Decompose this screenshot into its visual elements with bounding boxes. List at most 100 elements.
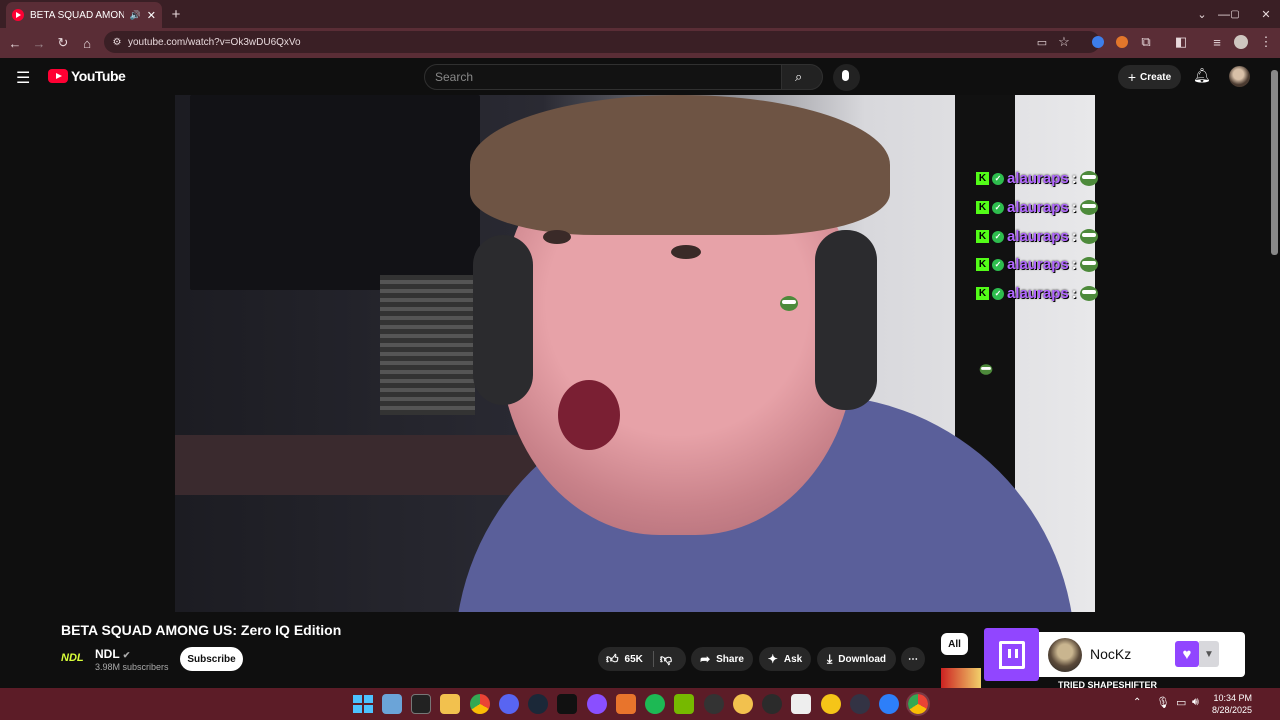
microphone-icon: [842, 70, 849, 81]
speaker-icon[interactable]: 🔊: [130, 10, 141, 21]
file-explorer-icon[interactable]: [440, 694, 460, 714]
verified-check-icon: ✓: [992, 201, 1004, 214]
bookmark-star-icon[interactable]: ☆: [1055, 33, 1073, 51]
hair: [470, 95, 890, 235]
verified-badge-icon: ✔: [122, 650, 131, 660]
obs-app-icon[interactable]: [704, 694, 724, 714]
like-dislike-group: 👍︎ 65K 👎︎: [598, 647, 686, 671]
chrome-app-icon[interactable]: [470, 694, 490, 714]
like-button[interactable]: 👍︎ 65K: [606, 652, 643, 667]
steam-app-icon[interactable]: [528, 694, 548, 714]
kick-badge-icon: K: [976, 258, 989, 271]
pepe-emote-icon: [1079, 200, 1098, 215]
browser-menu-icon[interactable]: ⋮: [1257, 33, 1275, 51]
app-blue-icon[interactable]: [879, 694, 899, 714]
app-orange-icon[interactable]: [616, 694, 636, 714]
close-tab-icon[interactable]: ✕: [147, 9, 156, 22]
video-title: BETA SQUAD AMONG US: Zero IQ Edition: [61, 622, 342, 638]
chat-alert-line: K ✓ alauraps :: [976, 199, 1098, 216]
clock-date: 8/28/2025: [1211, 705, 1252, 715]
spotify-app-icon[interactable]: [645, 694, 665, 714]
create-button[interactable]: + Create: [1118, 65, 1181, 89]
follow-dropdown-button[interactable]: ▼: [1199, 641, 1219, 667]
streamer-avatar[interactable]: [1048, 638, 1082, 672]
extension-blue-icon[interactable]: [1092, 36, 1104, 48]
youtube-play-logo-icon: [48, 69, 68, 83]
video-player[interactable]: [175, 95, 1095, 612]
profile-avatar-icon[interactable]: [1234, 35, 1248, 49]
search-button[interactable]: ⌕: [781, 64, 823, 90]
cast-icon[interactable]: ▭: [1033, 33, 1051, 51]
download-button[interactable]: ⤓ Download: [817, 647, 896, 671]
search-icon: ⌕: [795, 69, 803, 84]
channel-name-text: NDL: [95, 647, 120, 661]
discord-app-icon[interactable]: [499, 694, 519, 714]
photos-app-icon[interactable]: [382, 694, 402, 714]
pepe-emote-icon: [1079, 229, 1098, 244]
extension-orange-icon[interactable]: [1116, 36, 1128, 48]
account-avatar[interactable]: [1229, 66, 1250, 87]
app-circle-icon[interactable]: [850, 694, 870, 714]
app-yellow-icon[interactable]: [733, 694, 753, 714]
media-controls-icon[interactable]: ≡: [1208, 33, 1226, 51]
nvidia-app-icon[interactable]: [674, 694, 694, 714]
kick-badge-icon: K: [976, 172, 989, 185]
start-menu-icon[interactable]: [352, 694, 373, 714]
app-dark-icon[interactable]: [557, 694, 577, 714]
search-input[interactable]: Search: [424, 64, 782, 90]
pepe-emote-icon: [1079, 257, 1098, 272]
close-window-icon[interactable]: ✕: [1257, 5, 1275, 23]
notifications-bell-icon[interactable]: 🔔︎: [1193, 67, 1211, 84]
more-actions-button[interactable]: ⋯: [901, 647, 925, 671]
recommended-thumbnail[interactable]: [941, 668, 981, 688]
microphone-tray-icon[interactable]: 🎙︎: [1156, 696, 1170, 709]
youtube-wordmark: YouTube: [71, 68, 126, 84]
site-info-icon[interactable]: ⚙: [108, 33, 126, 51]
app-gray-icon[interactable]: [762, 694, 782, 714]
system-clock[interactable]: 10:34 PM 8/28/2025: [1206, 692, 1252, 716]
subscribe-button[interactable]: Subscribe: [180, 647, 243, 671]
verified-check-icon: ✓: [992, 287, 1004, 300]
chat-username: alauraps: [1007, 228, 1069, 245]
page-scrollbar[interactable]: [1271, 70, 1278, 255]
back-icon[interactable]: ←: [6, 34, 24, 52]
extensions-puzzle-icon[interactable]: ⧉: [1137, 33, 1155, 51]
ask-button[interactable]: ✦ Ask: [759, 647, 811, 671]
left-eye: [543, 230, 571, 244]
chip-all[interactable]: All: [941, 633, 968, 655]
hamburger-menu-icon[interactable]: ☰: [16, 68, 30, 88]
pepe-emote-icon: [979, 364, 993, 375]
dislike-button[interactable]: 👎︎: [660, 652, 672, 667]
home-icon[interactable]: ⌂: [78, 34, 96, 52]
kick-badge-icon: K: [976, 230, 989, 243]
forward-icon[interactable]: →: [30, 34, 48, 52]
chat-alert-line: K ✓ alauraps :: [976, 256, 1098, 273]
youtube-logo[interactable]: YouTube: [48, 68, 126, 84]
url-text: youtube.com/watch?v=Ok3wDU6QxVo: [128, 36, 301, 48]
side-panel-icon[interactable]: ◧: [1172, 33, 1190, 51]
kick-badge-icon: K: [976, 201, 989, 214]
clock-time: 10:34 PM: [1213, 693, 1252, 703]
terminal-app-icon[interactable]: [411, 694, 431, 714]
share-button[interactable]: ➦ Share: [691, 647, 753, 671]
new-tab-icon[interactable]: +: [167, 5, 185, 23]
tray-overflow-icon[interactable]: ⌃: [1133, 697, 1141, 708]
twitch-logo-icon: [984, 628, 1039, 681]
feather-app-icon[interactable]: [587, 694, 607, 714]
browser-tab-active[interactable]: BETA SQUAD AMONG US: Z 🔊 ✕: [6, 2, 162, 28]
follow-heart-button[interactable]: ♥: [1175, 641, 1199, 667]
network-tray-icon[interactable]: ▭: [1176, 696, 1186, 709]
app-emoji-icon[interactable]: [821, 694, 841, 714]
voice-search-button[interactable]: [833, 64, 860, 91]
app-white-icon[interactable]: [791, 694, 811, 714]
address-bar[interactable]: youtube.com/watch?v=Ok3wDU6QxVo: [104, 31, 1100, 53]
channel-logo[interactable]: NDL: [61, 648, 87, 668]
volume-tray-icon[interactable]: 🔊︎: [1192, 696, 1199, 709]
chrome-active-app-icon[interactable]: [906, 692, 930, 716]
channel-name[interactable]: NDL ✔: [95, 647, 130, 661]
reload-icon[interactable]: ↻: [54, 34, 72, 52]
tab-search-icon[interactable]: ⌄: [1193, 5, 1211, 23]
maximize-icon[interactable]: ▢: [1226, 5, 1244, 23]
chat-username: alauraps: [1007, 256, 1069, 273]
streamer-name[interactable]: NocKz: [1090, 646, 1131, 662]
